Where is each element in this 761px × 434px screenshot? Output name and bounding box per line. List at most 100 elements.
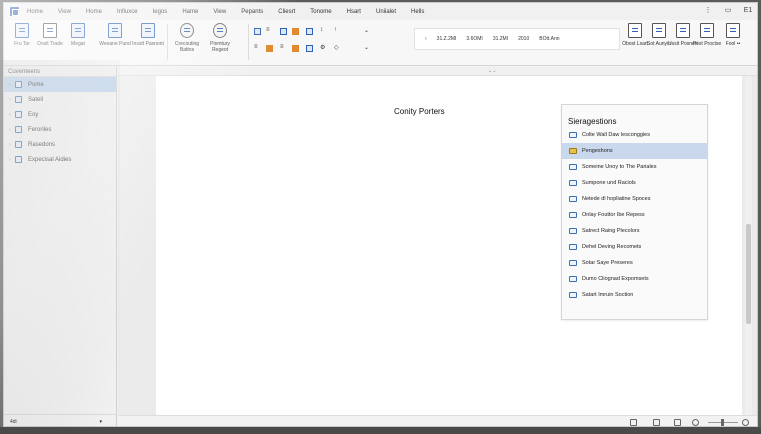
app-window: Home View Home Infiuxce Iegos Hame View … xyxy=(3,2,758,427)
restore-icon[interactable]: ▭ xyxy=(723,6,733,16)
suggestion-item[interactable]: Onlay Fouttor Ibe Repess xyxy=(562,207,707,223)
ribbon-button-megat[interactable]: Megat xyxy=(63,23,93,47)
people-icon xyxy=(213,23,227,38)
status-readout: › 31.Z.2MI 3.6OMI 31.2MI 2010 BOtt.Ann xyxy=(414,28,620,50)
sidebar-item-satell[interactable]: › Satell xyxy=(4,92,116,107)
menu-list: Home View Home Infiuxce Iegos Hame View … xyxy=(27,9,439,15)
readout-value-5: BOtt.Ann xyxy=(539,36,560,42)
shading-icon[interactable] xyxy=(266,45,273,52)
vertical-scrollbar[interactable] xyxy=(745,76,752,415)
settings-icon[interactable]: ⚙ xyxy=(320,44,325,52)
document-icon xyxy=(569,292,577,298)
menu-item-home[interactable]: Home xyxy=(27,9,43,15)
menu-item-cliesrt[interactable]: Cliesrt xyxy=(278,9,295,15)
menu-item-home-2[interactable]: Home xyxy=(86,9,102,15)
suggestion-item[interactable]: Sotar Saye Preseres xyxy=(562,255,707,271)
style-icon[interactable] xyxy=(280,28,287,35)
print-layout-icon[interactable] xyxy=(653,419,660,426)
sort-icon[interactable]: ↑ xyxy=(334,27,337,35)
zoom-in-icon[interactable] xyxy=(742,419,749,426)
document-icon xyxy=(569,228,577,234)
suggestion-item[interactable]: Someine Unoy to The Pariales xyxy=(562,159,707,175)
sidebar-item-label: Pome xyxy=(28,81,44,88)
document-icon xyxy=(569,196,577,202)
document-icon xyxy=(569,132,577,138)
expand-icon[interactable]: › xyxy=(425,36,427,42)
menu-item-uniialet[interactable]: Uniialet xyxy=(376,9,396,15)
sidebar-item-pome[interactable]: › Pome xyxy=(4,77,116,92)
web-layout-icon[interactable] xyxy=(674,419,681,426)
sidebar-item-label: Satell xyxy=(28,96,44,103)
sidebar-footer[interactable]: 4di ▾ xyxy=(4,414,116,426)
bullets-icon[interactable] xyxy=(306,28,313,35)
border-icon[interactable] xyxy=(292,45,299,52)
ribbon-separator-2 xyxy=(248,24,249,60)
paragraph-icon[interactable] xyxy=(254,28,261,35)
align-center-icon[interactable]: ≡ xyxy=(254,44,258,52)
align-right-icon[interactable]: ≡ xyxy=(280,44,284,52)
sidebar-item-label: Rasedons xyxy=(28,141,56,148)
menu-item-view[interactable]: View xyxy=(58,9,71,15)
sidebar-item-feroriles[interactable]: › Feroriles xyxy=(4,122,116,137)
highlight-icon[interactable] xyxy=(292,28,299,35)
menu-item-view-2[interactable]: View xyxy=(213,9,226,15)
suggestion-item[interactable]: Satart Imruin Soction xyxy=(562,287,707,303)
zoom-out-icon[interactable] xyxy=(692,419,699,426)
suggestion-item[interactable]: Colte Wall Daw lesconggies xyxy=(562,127,707,143)
document-icon xyxy=(569,276,577,282)
ribbon-button-pinmtury-regeot[interactable]: Pinmtury Regeot xyxy=(205,23,235,53)
suggestions-title: Sieragestions xyxy=(568,117,617,126)
menu-item-iegos[interactable]: Iegos xyxy=(153,9,168,15)
document-icon xyxy=(569,244,577,250)
dropdown-icon[interactable]: ⌄ xyxy=(364,44,369,52)
sidebar-item-rasedons[interactable]: › Rasedons xyxy=(4,137,116,152)
readout-value-2: 3.6OMI xyxy=(466,36,483,42)
menu-item-pepants[interactable]: Pepants xyxy=(241,9,263,15)
insert-icon xyxy=(141,23,155,38)
chevron-down-icon[interactable]: ▾ xyxy=(99,415,102,426)
menu-item-hame[interactable]: Hame xyxy=(182,9,198,15)
person-icon xyxy=(15,141,22,148)
more-icon[interactable]: ⋮ xyxy=(703,6,713,16)
ribbon-button-fool[interactable]: Fool •• xyxy=(718,23,748,47)
document-topbar: ⌄⌄ xyxy=(118,67,757,76)
chevron-down-icon[interactable]: ⌄ xyxy=(364,27,369,35)
read-mode-icon[interactable] xyxy=(630,419,637,426)
scrollbar-thumb[interactable] xyxy=(746,224,751,324)
readout-value-4: 2010 xyxy=(518,36,530,42)
zoom-slider-thumb[interactable] xyxy=(721,419,724,426)
star-icon xyxy=(569,148,577,154)
sidebar-item-eoy[interactable]: › Eoy xyxy=(4,107,116,122)
menu-item-hells[interactable]: Hells xyxy=(411,9,424,15)
menu-item-tonome[interactable]: Tonome xyxy=(310,9,331,15)
ribbon-button-insstt-pasnont[interactable]: Insstt Pasnont xyxy=(132,23,164,47)
menu-item-infiuxce[interactable]: Infiuxce xyxy=(117,9,138,15)
home-icon xyxy=(15,81,22,88)
page-icon xyxy=(43,23,57,38)
suggestion-item[interactable]: Dumo Cliognad Expomsets xyxy=(562,271,707,287)
ribbon-toolbar: Fru Tar Dosit Trade Megat Weeane Pund In… xyxy=(4,20,757,66)
spacing-icon[interactable]: ↕ xyxy=(320,27,323,35)
monitor-bezel xyxy=(0,427,761,434)
font-icon xyxy=(676,23,690,38)
suggestion-item-selected[interactable]: Pengeshons xyxy=(562,143,707,159)
list-icon xyxy=(15,156,22,163)
suggestion-item[interactable]: Satrect Raing Plecolors xyxy=(562,223,707,239)
favorites-icon xyxy=(15,126,22,133)
ribbon-button-weeane-pund[interactable]: Weeane Pund xyxy=(99,23,131,47)
align-left-icon[interactable]: ≡ xyxy=(266,27,270,35)
suggestion-item[interactable]: Sumpone und Raciols xyxy=(562,175,707,191)
ribbon-button-crecouting-battos[interactable]: Crecouting Battos xyxy=(172,23,202,53)
collapse-icon[interactable]: ⌄⌄ xyxy=(488,68,496,74)
close-icon[interactable]: E1 xyxy=(743,6,753,16)
indent-icon[interactable] xyxy=(306,45,313,52)
sidebar-item-label: Eoy xyxy=(28,111,39,118)
shape-icon[interactable]: ◇ xyxy=(334,44,339,52)
menu-item-hsart[interactable]: Hsart xyxy=(347,9,361,15)
suggestion-item[interactable]: Dehel Deving Recomets xyxy=(562,239,707,255)
suggestion-item[interactable]: Netede dl hopliatine Spoces xyxy=(562,191,707,207)
format-tools: ≡ ↕ ↑ ⌄ ≡ ≡ ⚙ ◇ ⌄ xyxy=(254,26,404,60)
copy-icon xyxy=(700,23,714,38)
sidebar-item-expecisal-aidies[interactable]: › Expecisal Aidies xyxy=(4,152,116,167)
tools-icon xyxy=(726,23,740,38)
